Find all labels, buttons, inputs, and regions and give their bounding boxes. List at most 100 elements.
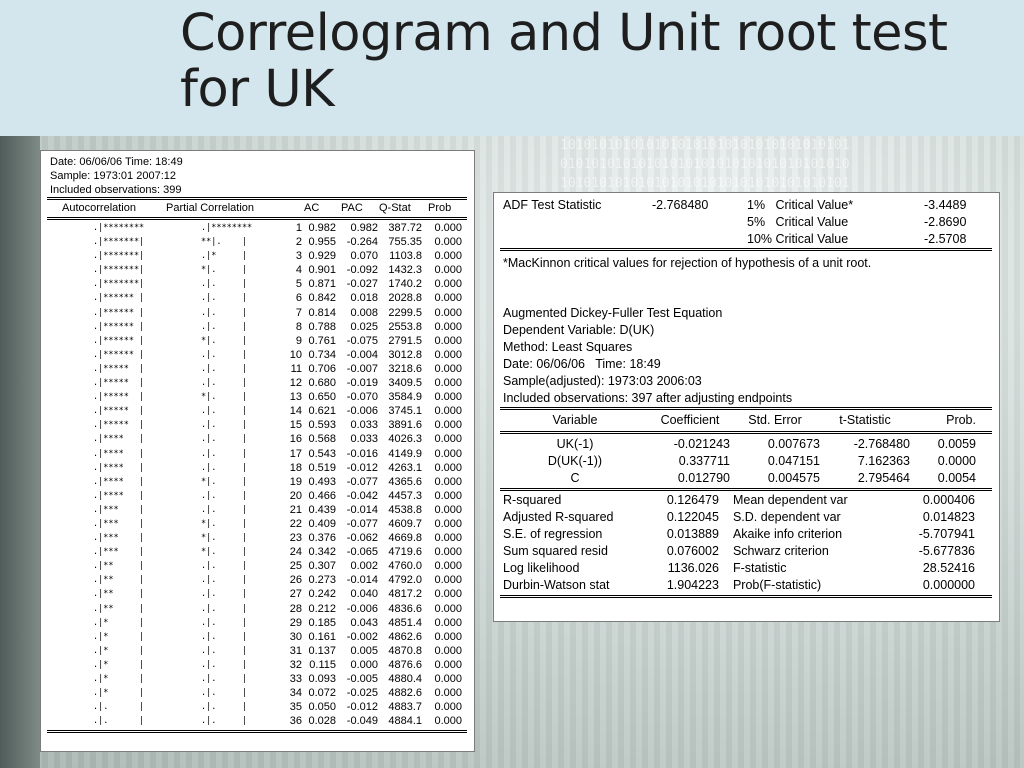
prob-value: 0.000 [434,419,462,432]
eq-sample: Sample(adjusted): 1973:03 2006:03 [503,374,702,388]
table-row: .|*** | *|. | 23 0.376 -0.062 4669.8 0.000 [41,531,462,545]
qstat-value: 387.72 [388,222,422,234]
lag: 30 [289,630,302,643]
pac-value: 0.040 [350,588,378,601]
pac-value: 0.982 [350,222,378,234]
lag: 32 [289,658,302,671]
coef-tstat: 7.162363 [857,454,910,468]
autocorrelation-bars: .|***** | [93,420,145,431]
ac-value: 0.621 [308,405,336,418]
autocorrelation-bars: .|* | [93,659,145,670]
pac-value: 0.018 [350,292,378,305]
pac-value: -0.014 [346,574,378,587]
lag: 10 [289,348,302,361]
prob-value: 0.000 [434,588,462,601]
coefficient-table: Variable Coefficient Std. Error t-Statis… [500,412,976,429]
prob-value: 0.000 [434,517,462,530]
qstat-value: 4760.0 [388,560,422,573]
stat-label-right: Schwarz criterion [732,544,829,558]
qstat-value: 1432.3 [388,264,422,277]
correlogram-date: Date: 06/06/06 Time: 18:49 [50,156,183,168]
correlogram-table: .|******** .|******** 1 0.982 0.982 387.72 0.0… [41,221,462,728]
ac-value: 0.814 [308,306,336,319]
pac-value: 0.005 [350,644,378,657]
adf-stat-label: ADF Test Statistic [503,198,602,212]
partial-correlation-bars: .|. | [201,378,248,389]
prob-value: 0.000 [434,658,462,671]
table-row: .|****** | .|. | 7 0.814 0.008 2299.5 0.000 [41,306,462,320]
stat-value-right: 0.000000 [922,578,975,592]
prob-value: 0.000 [434,236,462,249]
stat-value-left: 0.126479 [666,493,719,507]
ac-value: 0.706 [308,362,336,375]
table-row: Adjusted R-squared 0.122045 S.D. dependent… [503,509,975,526]
autocorrelation-bars: .|******** [93,223,145,233]
divider [500,431,992,432]
table-row: .|* | .|. | 34 0.072 -0.025 4882.6 0.000 [41,686,462,700]
lag: 20 [289,489,302,502]
table-row: .|****** | .|. | 6 0.842 0.018 2028.8 0.000 [41,291,462,305]
coef-header-variable: Variable [552,413,598,427]
crit-value-1: -3.4489 [924,198,967,212]
stat-value-left: 0.122045 [666,510,719,524]
divider [47,197,467,198]
col-header-pac: PAC [341,202,363,214]
autocorrelation-bars: .|**** | [93,448,145,459]
table-row: .|*** | .|. | 21 0.439 -0.014 4538.8 0.000 [41,503,462,517]
divider [500,409,992,410]
col-header-autocorrelation: Autocorrelation [62,202,136,214]
prob-value: 0.000 [434,701,462,714]
autocorrelation-bars: .|** | [93,589,145,600]
stat-value-right: -5.677836 [918,544,975,558]
table-row: C 0.012790 0.004575 2.795464 0.0054 [500,470,976,487]
qstat-value: 3891.6 [388,419,422,432]
pac-value: -0.027 [346,278,378,291]
lag: 28 [289,602,302,615]
table-row: .|****** | *|. | 9 0.761 -0.075 2791.5 0.000 [41,334,462,348]
prob-value: 0.000 [434,475,462,488]
table-row: .|* | .|. | 31 0.137 0.005 4870.8 0.000 [41,644,462,658]
pac-value: -0.007 [346,362,378,375]
lag: 19 [289,475,302,488]
autocorrelation-bars: .|***** | [93,378,145,389]
autocorrelation-bars: .|** | [93,561,145,572]
pac-value: -0.025 [346,687,378,700]
autocorrelation-bars: .|**** | [93,490,145,501]
lag: 29 [289,616,302,629]
ac-value: 0.493 [308,475,336,488]
table-row: .|**** | .|. | 16 0.568 0.033 4026.3 0.000 [41,432,462,446]
lag: 24 [289,546,302,559]
autocorrelation-bars: .|****** | [93,335,145,346]
prob-value: 0.000 [434,687,462,700]
coef-header-prob: Prob. [946,413,976,427]
prob-value: 0.000 [434,250,462,263]
pac-value: -0.014 [346,503,378,516]
table-row: .|******** .|******** 1 0.982 0.982 387.72 0.0… [41,221,462,235]
table-row: .|** | .|. | 27 0.242 0.040 4817.2 0.000 [41,587,462,601]
eq-obs: Included observations: 397 after adjusti… [503,391,793,405]
partial-correlation-bars: *|. | [201,392,248,403]
coef-stderr: 0.047151 [767,454,820,468]
autocorrelation-bars: .|*** | [93,504,145,515]
ac-value: 0.543 [308,447,336,460]
prob-value: 0.000 [434,334,462,347]
lag: 5 [295,278,302,291]
qstat-value: 3409.5 [388,377,422,390]
qstat-value: 1103.8 [389,250,422,263]
table-row: .|*******| **|. | 2 0.955 -0.264 755.35 0.000 [41,235,462,249]
autocorrelation-bars: .|**** | [93,462,145,473]
regression-stats-table: R-squared 0.126479 Mean dependent var 0.000… [503,492,975,594]
autocorrelation-bars: .|***** | [93,406,145,417]
eq-dependent-variable: Dependent Variable: D(UK) [503,323,655,337]
lag: 15 [289,419,302,432]
prob-value: 0.000 [434,391,462,404]
lag: 21 [289,503,302,516]
pac-value: -0.016 [346,447,378,460]
pac-value: -0.092 [346,264,378,277]
pac-value: -0.065 [346,546,378,559]
lag: 22 [289,517,302,530]
prob-value: 0.000 [434,616,462,629]
qstat-value: 4836.6 [388,602,422,615]
autocorrelation-bars: .|**** | [93,434,145,445]
ac-value: 0.519 [308,461,336,474]
